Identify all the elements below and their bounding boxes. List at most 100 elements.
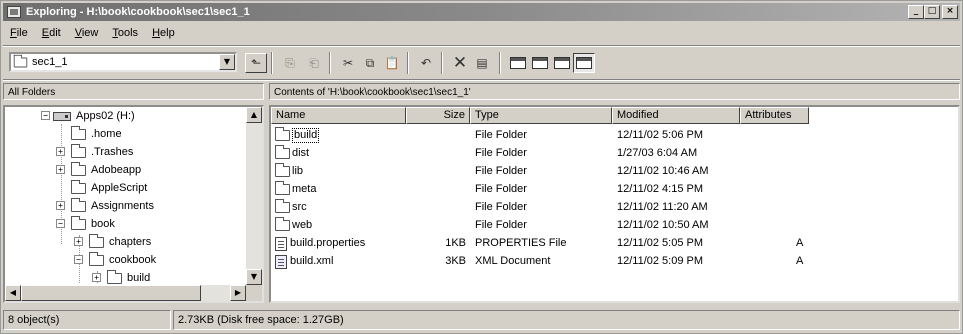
menu-view[interactable]: View — [74, 27, 100, 39]
column-header-size[interactable]: Size — [406, 107, 470, 124]
table-row[interactable]: build.properties 1KB PROPERTIES File 12/… — [271, 235, 831, 252]
large-icons-view-icon — [510, 57, 526, 69]
file-type: File Folder — [475, 201, 527, 213]
file-name: build.properties — [290, 237, 366, 249]
folders-pane-label: All Folders — [3, 83, 264, 100]
copy-button[interactable]: ⧉ — [359, 53, 381, 73]
address-combo[interactable]: sec1_1 ▼ — [9, 52, 237, 72]
paste-icon: 📋 — [384, 56, 400, 70]
collapse-icon[interactable]: − — [74, 255, 83, 264]
address-value: sec1_1 — [32, 56, 68, 68]
undo-icon: ↶ — [420, 56, 432, 70]
map-drive-button[interactable]: ⎘ — [279, 53, 301, 73]
details-view-icon — [576, 57, 592, 69]
file-type: File Folder — [475, 183, 527, 195]
delete-icon: ✕ — [452, 53, 468, 73]
file-name: dist — [292, 147, 310, 159]
table-row[interactable]: dist File Folder 1/27/03 6:04 AM — [271, 145, 831, 162]
expand-icon[interactable]: + — [56, 147, 65, 156]
up-folder-icon: ⬑ — [250, 56, 262, 70]
cut-button[interactable]: ✂ — [337, 53, 359, 73]
tree-item-assignments[interactable]: + Assignments — [56, 197, 154, 214]
toolbar-separator — [407, 52, 409, 74]
tree-item-build[interactable]: + build — [92, 269, 150, 286]
file-size — [406, 145, 466, 162]
column-header-name[interactable]: Name — [271, 107, 406, 124]
table-row[interactable]: src File Folder 12/11/02 11:20 AM — [271, 199, 831, 216]
tree-item-home[interactable]: .home — [71, 125, 122, 142]
tree-vertical-scrollbar[interactable]: ▲ ▼ — [246, 107, 262, 285]
tree-item-adobeapp[interactable]: + Adobeapp — [56, 161, 141, 178]
title-bar[interactable]: Exploring - H:\book\cookbook\sec1\sec1_1… — [3, 3, 960, 21]
up-folder-button[interactable]: ⬑ — [245, 53, 267, 73]
file-icon — [275, 236, 287, 251]
paste-button[interactable]: 📋 — [381, 53, 403, 73]
tree-item-label: cookbook — [109, 254, 157, 266]
minimize-button[interactable]: _ — [908, 5, 924, 19]
scroll-thumb[interactable] — [21, 285, 201, 301]
scroll-corner — [246, 285, 262, 301]
column-header-type[interactable]: Type — [470, 107, 612, 124]
file-size — [406, 217, 466, 234]
details-button[interactable] — [573, 53, 595, 73]
collapse-icon[interactable]: − — [41, 111, 50, 120]
explorer-app-icon[interactable] — [7, 6, 21, 18]
table-row[interactable]: build.xml 3KB XML Document 12/11/02 5:09… — [271, 253, 831, 270]
expand-icon[interactable]: + — [74, 237, 83, 246]
collapse-icon[interactable]: − — [56, 219, 65, 228]
delete-button[interactable]: ✕ — [449, 53, 471, 73]
status-size: 2.73KB (Disk free space: 1.27GB) — [173, 310, 960, 330]
disconnect-drive-button[interactable]: ⎗ — [303, 53, 325, 73]
maximize-button[interactable]: □ — [924, 5, 940, 19]
folder-icon — [275, 145, 290, 159]
column-header-modified[interactable]: Modified — [612, 107, 740, 124]
address-dropdown-button[interactable]: ▼ — [219, 54, 235, 70]
expand-icon[interactable]: + — [92, 273, 101, 282]
small-icons-button[interactable] — [529, 53, 551, 73]
scroll-right-icon[interactable]: ▶ — [230, 285, 246, 301]
file-type: File Folder — [475, 165, 527, 177]
file-name: build — [292, 128, 320, 143]
tree-item-trashes[interactable]: + .Trashes — [56, 143, 134, 160]
menu-tools[interactable]: Tools — [111, 27, 139, 39]
contents-pane-label: Contents of 'H:\book\cookbook\sec1\sec1_… — [269, 83, 960, 100]
tree-item-applescript[interactable]: AppleScript — [71, 179, 147, 196]
file-list[interactable]: Name Size Type Modified Attributes build… — [269, 105, 960, 303]
file-name: build.xml — [290, 255, 334, 267]
menu-file[interactable]: File — [9, 27, 29, 39]
table-row[interactable]: lib File Folder 12/11/02 10:46 AM — [271, 163, 831, 180]
table-row[interactable]: build File Folder 12/11/02 5:06 PM — [271, 127, 831, 144]
tree-item-label: .Trashes — [91, 146, 134, 158]
folder-icon — [71, 143, 86, 158]
tree-item-book[interactable]: − book — [56, 215, 115, 232]
table-row[interactable]: meta File Folder 12/11/02 4:15 PM — [271, 181, 831, 198]
large-icons-button[interactable] — [507, 53, 529, 73]
small-icons-view-icon — [532, 57, 548, 69]
expand-icon[interactable]: + — [56, 165, 65, 174]
menu-edit[interactable]: Edit — [41, 27, 62, 39]
tree-item-chapters[interactable]: + chapters — [74, 233, 151, 250]
folder-icon — [71, 125, 86, 140]
folder-tree[interactable]: − Apps02 (H:) .home + .Trashes + Adobeap… — [3, 105, 264, 303]
properties-button[interactable]: ▤ — [471, 53, 493, 73]
folder-icon — [275, 217, 290, 231]
file-size — [406, 199, 466, 216]
tree-item-label: book — [91, 218, 115, 230]
close-button[interactable]: × — [942, 5, 958, 19]
expand-icon[interactable]: + — [56, 201, 65, 210]
table-row[interactable]: web File Folder 12/11/02 10:50 AM — [271, 217, 831, 234]
menu-help[interactable]: Help — [151, 27, 176, 39]
scroll-up-icon[interactable]: ▲ — [246, 107, 262, 123]
open-folder-icon — [71, 215, 86, 230]
file-name: web — [292, 219, 313, 231]
list-button[interactable] — [551, 53, 573, 73]
scroll-left-icon[interactable]: ◀ — [5, 285, 21, 301]
scroll-down-icon[interactable]: ▼ — [246, 269, 262, 285]
tree-horizontal-scrollbar[interactable]: ◀ ▶ — [5, 285, 246, 301]
tree-item-apps02[interactable]: − Apps02 (H:) — [41, 108, 135, 124]
column-header-attributes[interactable]: Attributes — [740, 107, 809, 124]
window-title: Exploring - H:\book\cookbook\sec1\sec1_1 — [26, 6, 250, 18]
file-modified: 1/27/03 6:04 AM — [617, 147, 698, 159]
tree-item-cookbook[interactable]: − cookbook — [74, 251, 157, 268]
undo-button[interactable]: ↶ — [415, 53, 437, 73]
